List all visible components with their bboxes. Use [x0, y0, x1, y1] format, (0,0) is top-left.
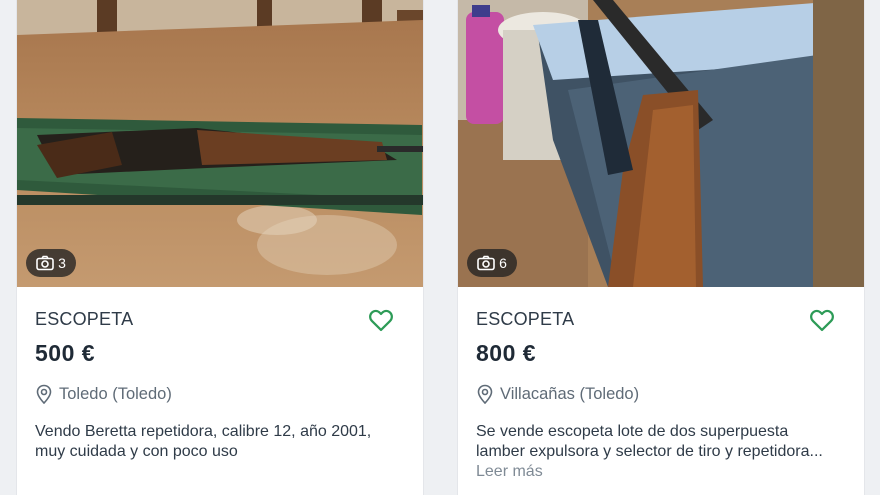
description-line: Se vende escopeta lote de dos superpuest…	[476, 423, 789, 440]
camera-icon	[36, 255, 54, 271]
map-pin-icon	[36, 384, 52, 404]
description-line: Vendo Beretta repetidora, calibre 12, añ…	[35, 423, 372, 440]
heart-icon	[369, 309, 393, 332]
listing-location: Toledo (Toledo)	[35, 384, 172, 404]
photo-count-value: 3	[58, 255, 66, 271]
location-text: Toledo (Toledo)	[59, 384, 172, 403]
listing-location: Villacañas (Toledo)	[476, 384, 639, 404]
description-line: muy cuidada y con poco uso	[35, 443, 238, 460]
listing-price: 500 €	[35, 340, 96, 366]
heart-icon	[810, 309, 834, 332]
read-more-link[interactable]: Leer más	[476, 463, 543, 481]
listing-description: Se vende escopeta lote de dos superpuest…	[476, 422, 851, 462]
listing-photo[interactable]: 3	[17, 0, 423, 287]
listing-price: 800 €	[476, 340, 537, 366]
description-line: lamber expulsora y selector de tiro y re…	[476, 443, 823, 460]
shotgun-on-table-image	[17, 0, 423, 287]
favorite-button[interactable]	[367, 306, 395, 334]
listing-description: Vendo Beretta repetidora, calibre 12, añ…	[35, 422, 410, 462]
photo-count-badge: 3	[26, 249, 76, 277]
listing-title[interactable]: ESCOPETA	[35, 309, 133, 330]
location-text: Villacañas (Toledo)	[500, 384, 640, 403]
photo-count-value: 6	[499, 255, 507, 271]
listing-title[interactable]: ESCOPETA	[476, 309, 574, 330]
listing-card[interactable]: 3 ESCOPETA 500 € Toledo (Toledo) Vendo B…	[17, 0, 423, 495]
favorite-button[interactable]	[808, 306, 836, 334]
shotgun-against-box-image	[458, 0, 864, 287]
listing-photo[interactable]: 6	[458, 0, 864, 287]
map-pin-icon	[477, 384, 493, 404]
listing-card[interactable]: 6 ESCOPETA 800 € Villacañas (Toledo) Se …	[458, 0, 864, 495]
photo-count-badge: 6	[467, 249, 517, 277]
camera-icon	[477, 255, 495, 271]
